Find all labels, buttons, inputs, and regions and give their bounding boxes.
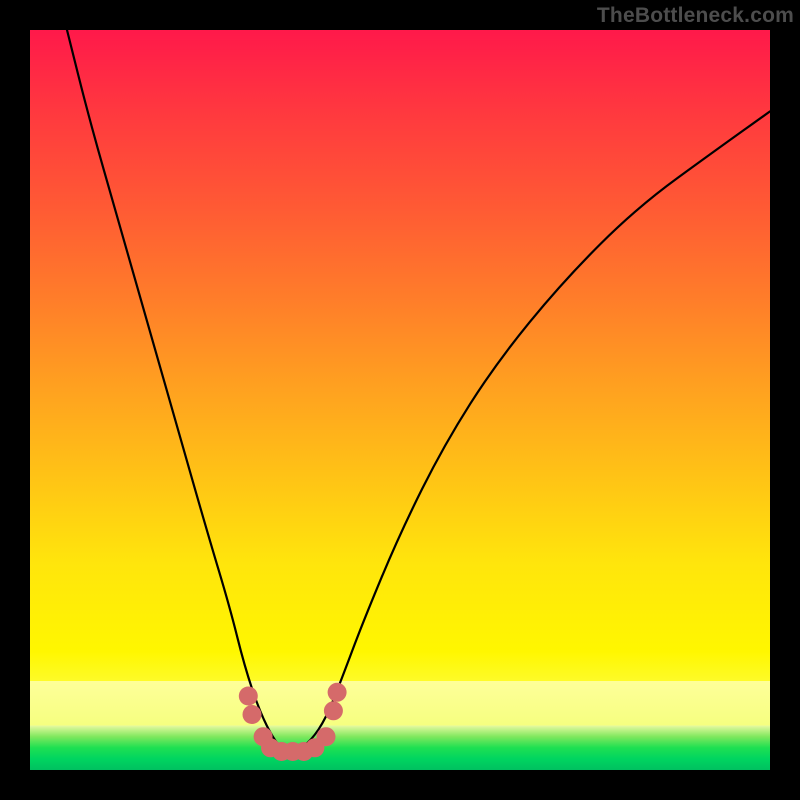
bottleneck-curve [67, 30, 770, 752]
marker-dot [239, 687, 258, 706]
curve-svg [30, 30, 770, 770]
marker-dot [317, 727, 336, 746]
marker-dot [324, 701, 343, 720]
chart-frame: TheBottleneck.com [0, 0, 800, 800]
bottom-cluster-markers [239, 683, 347, 761]
marker-dot [243, 705, 262, 724]
plot-area [30, 30, 770, 770]
marker-dot [328, 683, 347, 702]
watermark-text: TheBottleneck.com [597, 4, 794, 28]
